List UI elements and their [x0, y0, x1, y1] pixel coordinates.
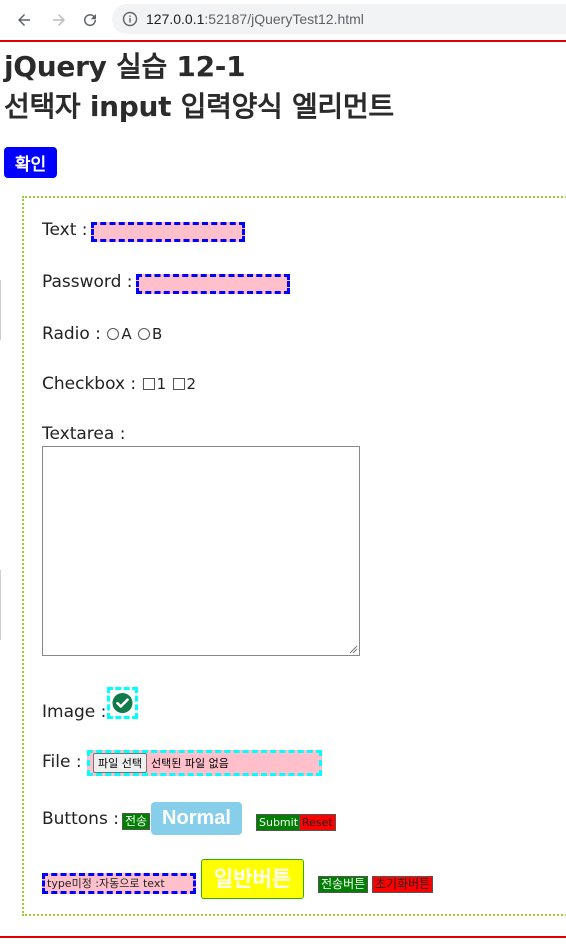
top-divider	[0, 40, 566, 42]
checkbox-2-label: 2	[186, 375, 197, 393]
info-icon[interactable]	[122, 11, 138, 27]
text-input[interactable]	[91, 222, 245, 242]
page-subtitle: 선택자 input 입력양식 엘리먼트	[4, 90, 394, 123]
back-icon[interactable]	[12, 8, 36, 32]
checkmark-icon	[112, 693, 133, 713]
image-input[interactable]	[107, 687, 138, 719]
buttons-label: Buttons :	[42, 809, 119, 829]
radio-label: Radio :	[42, 324, 101, 344]
left-edge	[0, 280, 1, 340]
textarea[interactable]	[42, 446, 360, 656]
radio-a-label: A	[121, 325, 132, 343]
normal-button[interactable]: Normal	[151, 802, 242, 835]
reset-button[interactable]: Reset	[299, 814, 336, 831]
browser-toolbar: 127.0.0.1:52187/jQueryTest12.html	[0, 0, 566, 41]
reset-button-2[interactable]: 초기화버튼	[372, 876, 434, 893]
checkbox-2[interactable]	[172, 378, 185, 390]
page-title: jQuery 실습 12-1	[4, 50, 246, 83]
url-text: 127.0.0.1:52187/jQueryTest12.html	[146, 11, 364, 27]
password-input[interactable]	[136, 274, 290, 294]
checkbox-1[interactable]	[142, 378, 155, 390]
page-content: jQuery 실습 12-1 선택자 input 입력양식 엘리먼트 확인 Te…	[0, 40, 566, 949]
file-status: 선택된 파일 없음	[150, 757, 229, 770]
password-label: Password :	[42, 272, 133, 292]
forward-icon[interactable]	[47, 8, 71, 32]
file-input[interactable]: 파일 선택 선택된 파일 없음	[87, 750, 322, 776]
general-button[interactable]: 일반버튼	[201, 859, 304, 899]
resize-handle-icon[interactable]	[349, 645, 358, 654]
checkbox-row: Checkbox : 1 2	[42, 374, 196, 394]
send-button-2[interactable]: 전송버튼	[318, 876, 369, 893]
send-button[interactable]: 전송	[122, 813, 151, 830]
reload-icon[interactable]	[78, 8, 102, 32]
image-label: Image :	[42, 702, 107, 722]
bottom-divider	[0, 936, 566, 938]
address-bar[interactable]: 127.0.0.1:52187/jQueryTest12.html	[112, 4, 566, 34]
textarea-label: Textarea :	[42, 424, 126, 444]
submit-button[interactable]: Submit	[256, 814, 302, 831]
untyped-text-input[interactable]: type미정 :자동으로 text	[42, 873, 196, 894]
left-edge	[0, 570, 1, 640]
file-label: File :	[42, 752, 82, 772]
radio-a[interactable]	[107, 328, 120, 340]
checkbox-1-label: 1	[156, 375, 167, 393]
text-label: Text :	[42, 220, 88, 240]
radio-b-label: B	[151, 325, 163, 343]
confirm-button[interactable]: 확인	[4, 147, 57, 178]
checkbox-label: Checkbox :	[42, 374, 137, 394]
file-choose-button[interactable]: 파일 선택	[93, 753, 147, 773]
radio-row: Radio : A B	[42, 324, 162, 344]
radio-b[interactable]	[137, 328, 150, 340]
